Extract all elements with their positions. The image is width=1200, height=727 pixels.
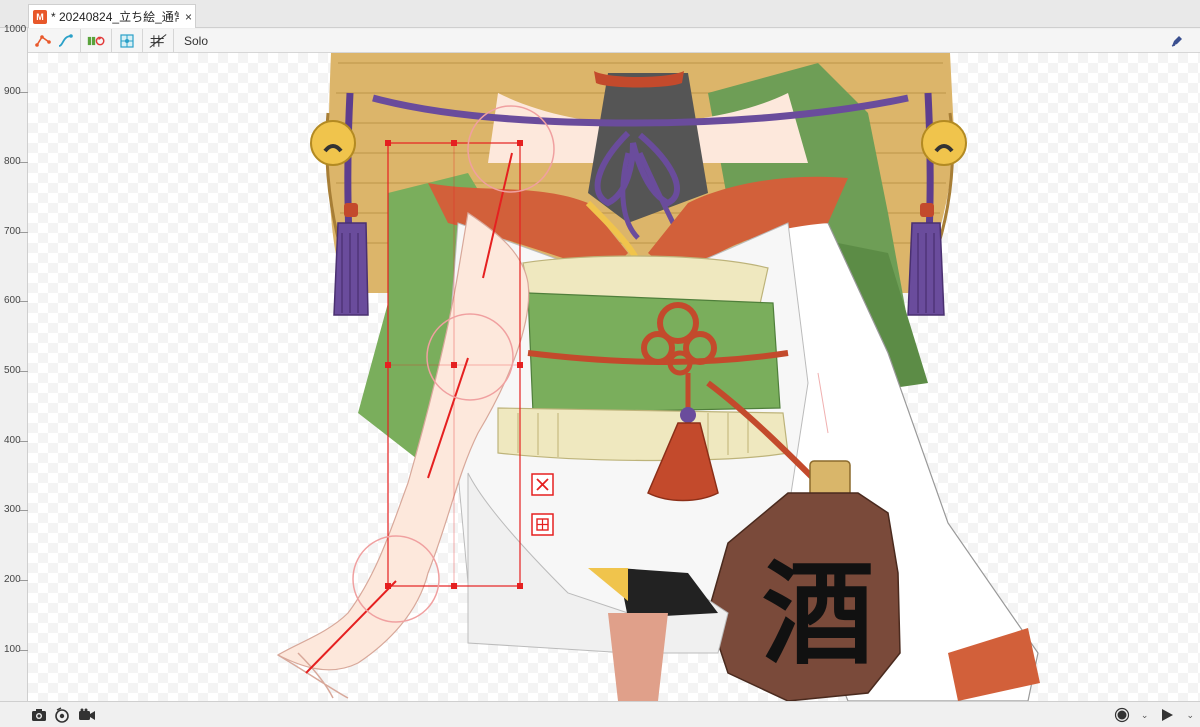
ruler-tick — [20, 301, 28, 302]
warp-mesh-icon[interactable] — [118, 32, 136, 50]
grid-icon[interactable] — [149, 32, 167, 50]
deform-path-icon[interactable] — [34, 32, 52, 50]
record-icon[interactable] — [1113, 706, 1131, 724]
pen-icon[interactable] — [1168, 32, 1186, 50]
ruler-tick — [20, 580, 28, 581]
record-options-caret[interactable]: ⌄ — [1141, 710, 1149, 721]
ruler-label: 800 — [4, 156, 21, 167]
ruler-tick — [20, 371, 28, 372]
vertical-ruler: 1000 900 800 700 600 500 400 300 200 100 — [0, 24, 28, 701]
toolbar-group-mesh — [112, 28, 143, 53]
ruler-label: 500 — [4, 365, 21, 376]
close-tab-icon[interactable]: × — [185, 10, 192, 24]
eye-camera-icon[interactable] — [54, 706, 72, 724]
ruler-tick — [20, 162, 28, 163]
toolbar-group-grid — [143, 28, 174, 53]
document-tab-strip: M * 20240824_立ち絵_通常 × — [0, 0, 1200, 28]
toolbar-group-reset — [81, 28, 112, 53]
reset-icon[interactable] — [87, 32, 105, 50]
ruler-label: 100 — [4, 644, 21, 655]
model-canvas[interactable]: 酒 — [28, 53, 1200, 701]
ruler-label: 1000 — [4, 24, 27, 35]
app-logo-icon: M — [33, 9, 47, 24]
ruler-label: 900 — [4, 86, 21, 97]
ruler-tick — [20, 510, 28, 511]
ruler-label: 400 — [4, 435, 21, 446]
camera-icon[interactable] — [30, 706, 48, 724]
ruler-tick — [20, 92, 28, 93]
ruler-tick — [20, 441, 28, 442]
ruler-label: 600 — [4, 295, 21, 306]
ruler-label: 300 — [4, 504, 21, 515]
play-options-caret[interactable]: ⌄ — [1186, 710, 1194, 721]
obi-belt — [527, 292, 781, 414]
play-icon[interactable] — [1158, 706, 1176, 724]
delete-handle-icon[interactable] — [531, 473, 554, 496]
document-tab-title: * 20240824_立ち絵_通常 — [51, 10, 179, 24]
ruler-label: 200 — [4, 574, 21, 585]
character-illustration: 酒 — [276, 53, 1040, 701]
ruler-tick — [20, 650, 28, 651]
viewer-bottom-bar: ⌄ ⌄ — [0, 701, 1200, 727]
toolbar-group-deform — [28, 28, 81, 53]
solo-toggle[interactable]: Solo — [174, 34, 208, 48]
ruler-label: 700 — [4, 226, 21, 237]
ruler-tick — [20, 232, 28, 233]
parameter-link-icon[interactable] — [56, 32, 74, 50]
sake-kanji: 酒 — [762, 549, 874, 680]
add-handle-icon[interactable] — [531, 513, 554, 536]
video-camera-icon[interactable] — [78, 706, 96, 724]
viewer-toolbar: Solo — [28, 28, 1200, 53]
live2d-editor-window: M * 20240824_立ち絵_通常 × 1000 900 800 700 6… — [0, 0, 1200, 727]
document-tab[interactable]: M * 20240824_立ち絵_通常 × — [28, 4, 196, 28]
